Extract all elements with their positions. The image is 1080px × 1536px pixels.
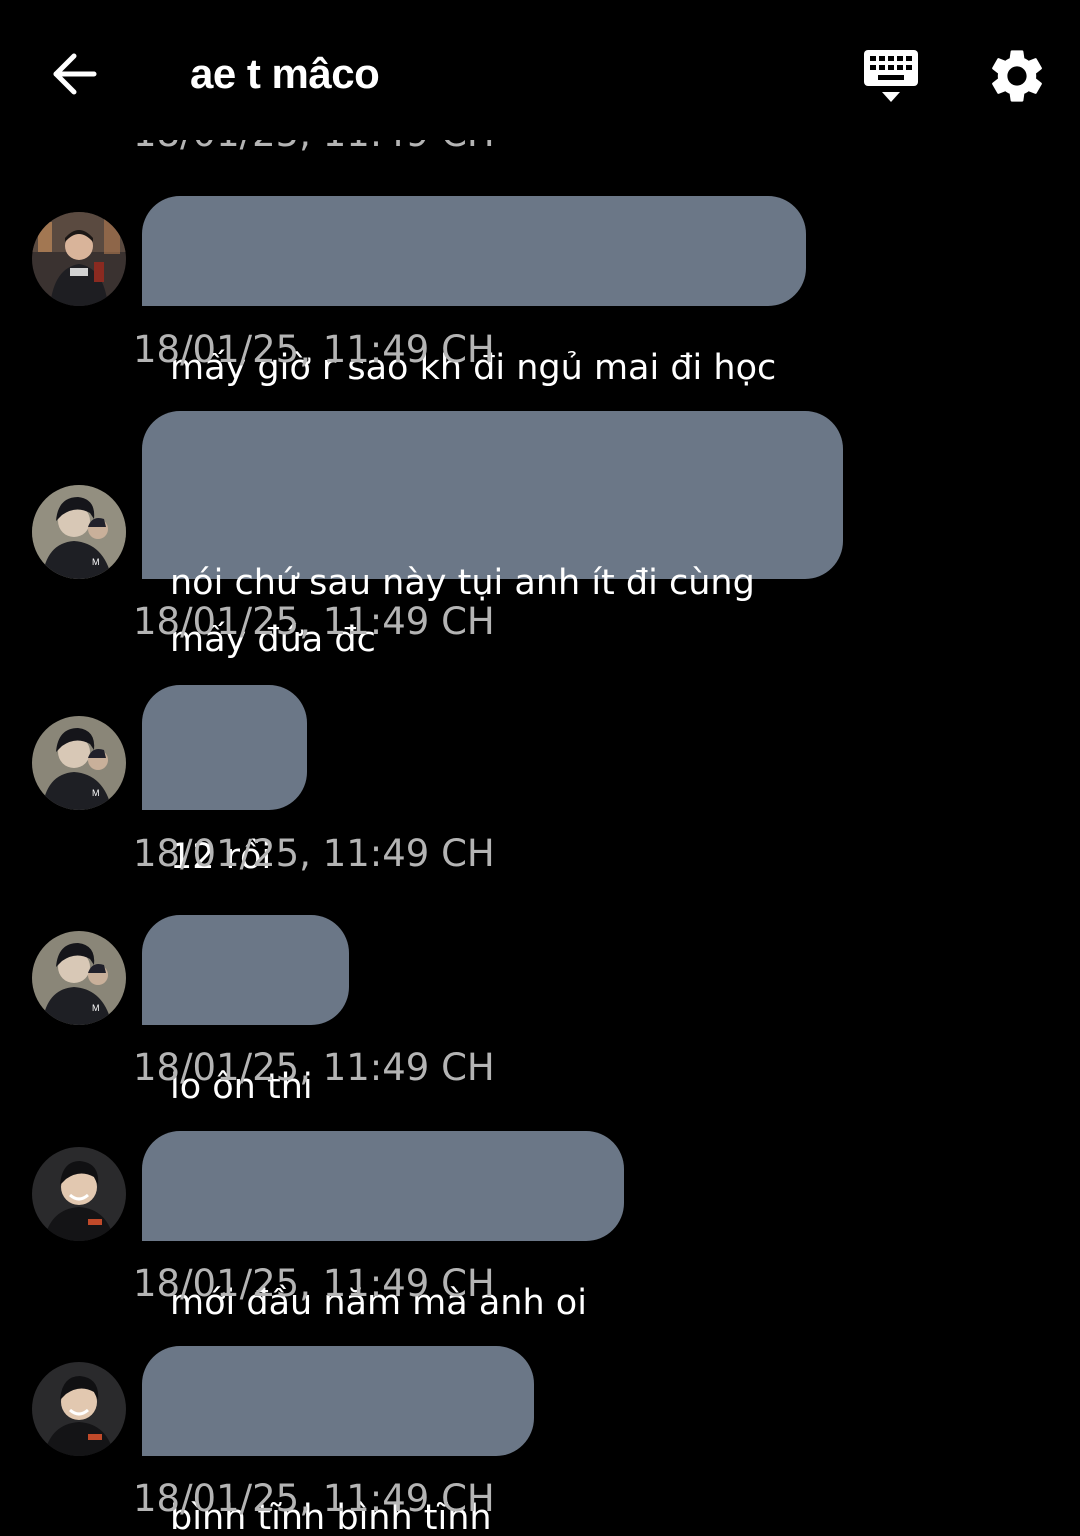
message-bubble[interactable]: bình tĩnh bình tĩnh bbox=[142, 1346, 534, 1536]
timestamp: 18/01/25, 11:49 CH bbox=[133, 1262, 495, 1305]
avatar[interactable] bbox=[32, 1362, 126, 1456]
avatar[interactable]: M bbox=[32, 485, 126, 579]
message-bubble[interactable]: mấy giờ r sao kh đi ngủ mai đi học bbox=[142, 196, 806, 388]
svg-text:M: M bbox=[92, 1003, 100, 1013]
svg-text:M: M bbox=[92, 557, 100, 567]
avatar-photo-icon bbox=[32, 1147, 126, 1241]
avatar-photo-icon: M bbox=[32, 716, 126, 810]
message-list[interactable]: 18/01/25, 11:49 CH mấy giờ r sao kh đi n… bbox=[0, 0, 1080, 1536]
arrow-left-icon bbox=[53, 53, 97, 95]
timestamp: 18/01/25, 11:49 CH bbox=[133, 832, 495, 875]
svg-text:M: M bbox=[92, 788, 100, 798]
message-bubble[interactable]: 12 rồi bbox=[142, 685, 307, 877]
back-button[interactable] bbox=[40, 42, 108, 106]
chat-screen: 18/01/25, 11:49 CH mấy giờ r sao kh đi n… bbox=[0, 0, 1080, 1536]
timestamp: 18/01/25, 11:49 CH bbox=[133, 1477, 495, 1520]
avatar-photo-icon: M bbox=[32, 931, 126, 1025]
keyboard-toggle-button[interactable] bbox=[858, 44, 926, 108]
message-bubble[interactable]: mới đầu năm mà anh oi bbox=[142, 1131, 624, 1323]
avatar-photo-icon: M bbox=[32, 485, 126, 579]
keyboard-hide-icon bbox=[864, 50, 918, 102]
timestamp: 18/01/25, 11:49 CH bbox=[133, 600, 495, 643]
gear-icon bbox=[992, 50, 1042, 102]
top-bar: ae t mâco bbox=[0, 0, 1080, 140]
message-bubble[interactable]: lo ôn thi bbox=[142, 915, 349, 1107]
avatar[interactable]: M bbox=[32, 931, 126, 1025]
avatar-photo-icon bbox=[32, 212, 126, 306]
avatar-photo-icon bbox=[32, 1362, 126, 1456]
avatar[interactable] bbox=[32, 1147, 126, 1241]
timestamp: 18/01/25, 11:49 CH bbox=[133, 328, 495, 371]
chat-title: ae t mâco bbox=[190, 50, 380, 97]
message-bubble[interactable]: nói chứ sau này tụi anh ít đi cùng mấy đ… bbox=[142, 411, 843, 660]
avatar[interactable] bbox=[32, 212, 126, 306]
avatar[interactable]: M bbox=[32, 716, 126, 810]
settings-button[interactable] bbox=[985, 44, 1049, 108]
timestamp: 18/01/25, 11:49 CH bbox=[133, 1046, 495, 1089]
